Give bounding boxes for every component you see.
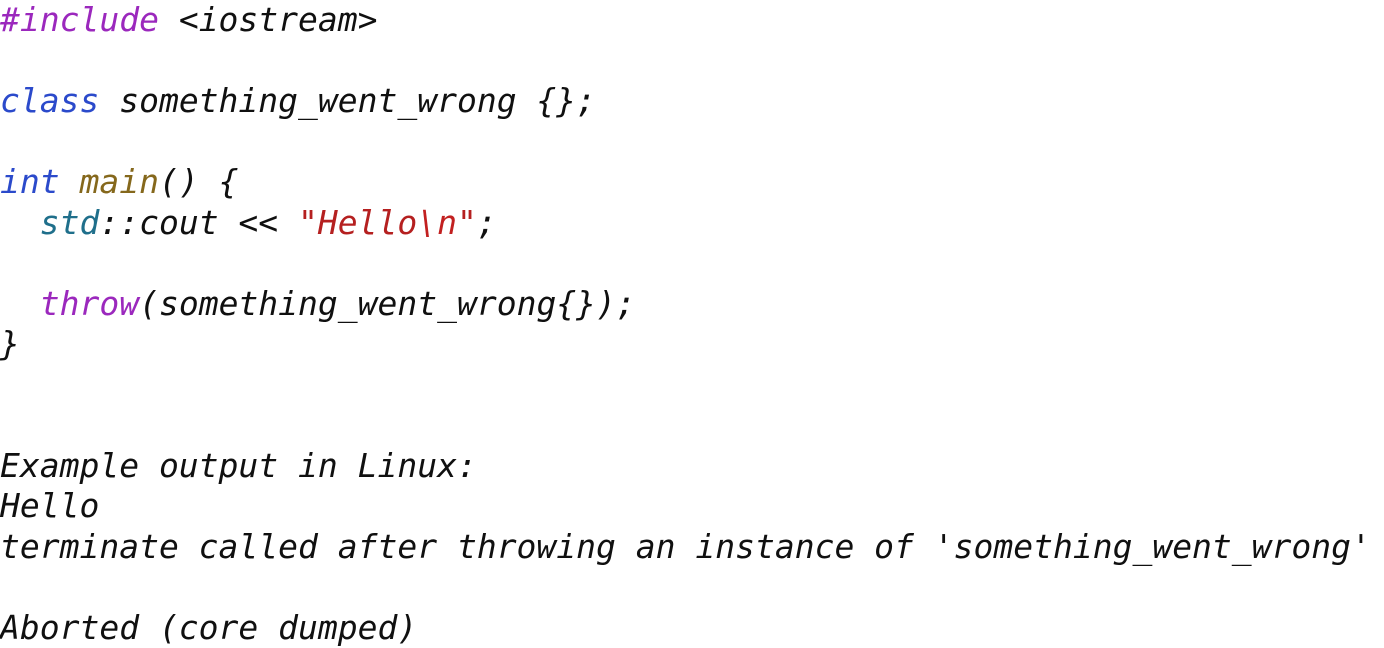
code-token-plain: (something_went_wrong{}); bbox=[139, 284, 636, 323]
code-token-string: " bbox=[457, 203, 477, 242]
code-token-plain bbox=[0, 567, 20, 606]
code-token-output: Example output in Linux: bbox=[0, 446, 477, 485]
code-line bbox=[0, 365, 1384, 406]
code-token-plain bbox=[0, 365, 20, 404]
code-token-keyword: int bbox=[0, 162, 60, 201]
code-token-func: main bbox=[79, 162, 158, 201]
code-token-escape: \n bbox=[417, 203, 457, 242]
code-token-plain: ::cout << bbox=[99, 203, 298, 242]
code-listing: #include <iostream> class something_went… bbox=[0, 0, 1384, 596]
code-token-preproc: throw bbox=[40, 284, 139, 323]
code-token-plain: something_went_wrong {}; bbox=[99, 81, 596, 120]
code-line bbox=[0, 41, 1384, 82]
code-line bbox=[0, 567, 1384, 608]
code-token-output: Hello bbox=[0, 486, 99, 525]
code-token-plain bbox=[60, 162, 80, 201]
code-line: int main() { bbox=[0, 162, 1384, 203]
code-token-plain bbox=[0, 122, 20, 161]
code-token-plain bbox=[0, 243, 20, 282]
code-token-namespace: std bbox=[40, 203, 100, 242]
code-token-plain: ; bbox=[477, 203, 497, 242]
code-token-plain: () { bbox=[159, 162, 238, 201]
code-token-preproc: #include bbox=[0, 0, 159, 39]
code-line: Example output in Linux: bbox=[0, 446, 1384, 487]
code-token-plain: <iostream> bbox=[159, 0, 378, 39]
code-token-plain bbox=[0, 41, 20, 80]
code-token-plain bbox=[0, 284, 40, 323]
code-line: Hello bbox=[0, 486, 1384, 527]
code-token-keyword: class bbox=[0, 81, 99, 120]
code-line: throw(something_went_wrong{}); bbox=[0, 284, 1384, 325]
code-token-output: Aborted (core dumped) bbox=[0, 608, 417, 647]
code-line: class something_went_wrong {}; bbox=[0, 81, 1384, 122]
code-line: #include <iostream> bbox=[0, 0, 1384, 41]
code-token-plain bbox=[0, 203, 40, 242]
code-line bbox=[0, 405, 1384, 446]
code-line: } bbox=[0, 324, 1384, 365]
code-line bbox=[0, 243, 1384, 284]
code-token-plain: } bbox=[0, 324, 20, 363]
code-token-string: "Hello bbox=[298, 203, 417, 242]
code-token-output: terminate called after throwing an insta… bbox=[0, 527, 1371, 566]
code-line: terminate called after throwing an insta… bbox=[0, 527, 1384, 568]
code-line bbox=[0, 122, 1384, 163]
code-line: Aborted (core dumped) bbox=[0, 608, 1384, 648]
code-token-plain bbox=[0, 405, 20, 444]
code-line: std::cout << "Hello\n"; bbox=[0, 203, 1384, 244]
